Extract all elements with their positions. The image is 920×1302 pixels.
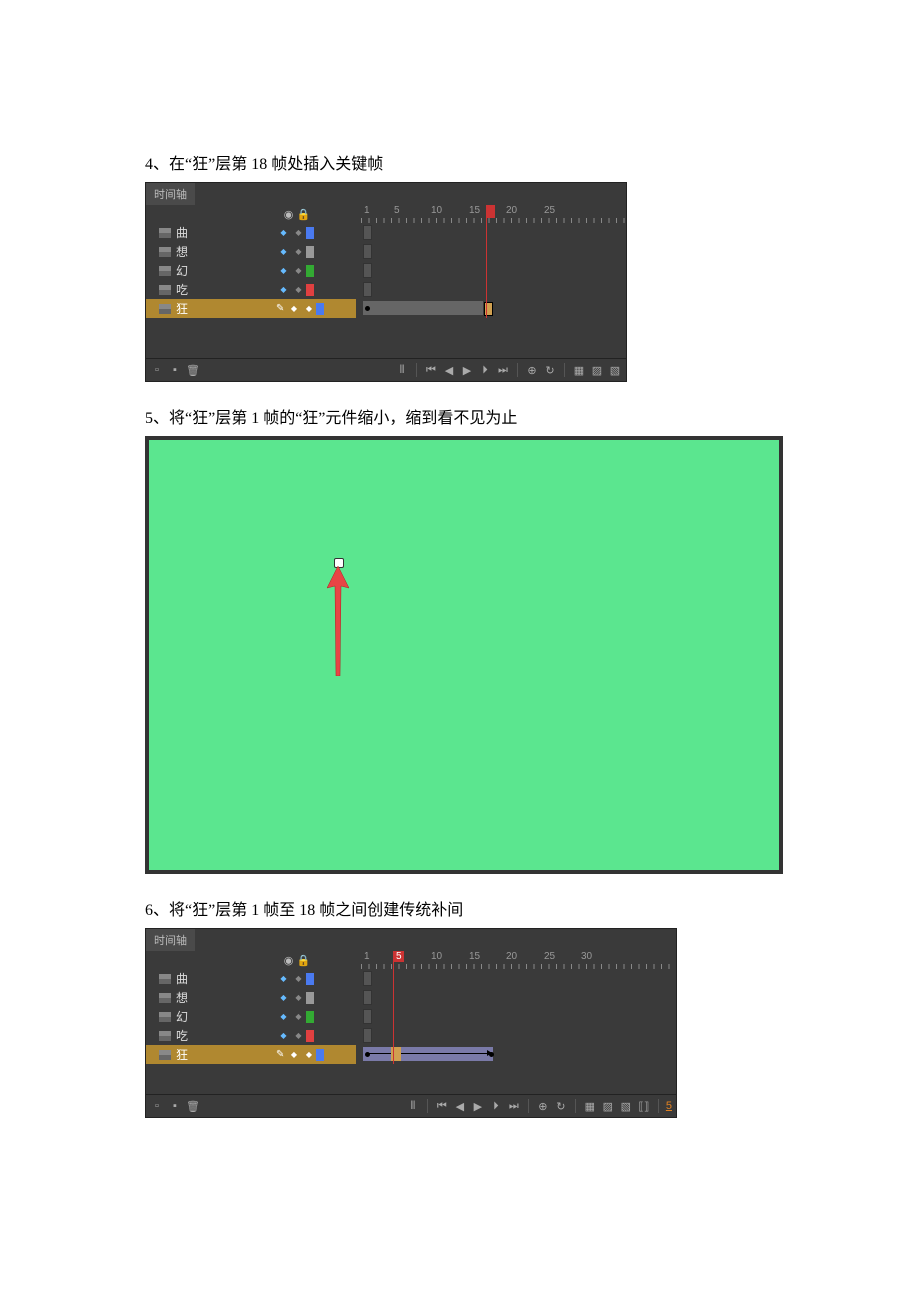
layer-icon — [159, 228, 171, 238]
layer-track[interactable] — [361, 988, 676, 1007]
layer-row-selected[interactable]: 狂✎◆◆ — [146, 299, 356, 318]
timeline-panel-1: 时间轴 ◉ 🔒 曲◆◆ 想◆◆ 幻◆◆ 吃◆◆ 狂✎◆◆ 1 5 10 15 2… — [145, 182, 627, 382]
layer-icon — [159, 993, 171, 1003]
layer-track[interactable] — [361, 1045, 676, 1064]
play-icon[interactable]: ▶ — [471, 1099, 485, 1113]
arrow-up-icon — [327, 566, 349, 676]
frame-ruler[interactable]: 1 5 10 15 20 25 30 — [361, 951, 676, 969]
layer-row[interactable]: 吃◆◆ — [146, 1026, 356, 1045]
layer-row[interactable]: 吃◆◆ — [146, 280, 356, 299]
next-frame-icon[interactable]: ⏵ — [478, 363, 492, 377]
layer-track[interactable] — [361, 280, 626, 299]
keyframe-icon[interactable] — [365, 306, 370, 311]
tween-span[interactable] — [363, 1047, 493, 1061]
onion3-icon[interactable]: ▧ — [608, 363, 622, 377]
lock-icon[interactable]: 🔒 — [296, 954, 311, 967]
pencil-icon: ✎ — [276, 1049, 284, 1060]
layer-track[interactable] — [361, 1007, 676, 1026]
last-frame-icon[interactable]: ⏭ — [496, 363, 510, 377]
onion-icon[interactable]: ▦ — [583, 1099, 597, 1113]
layer-icon — [159, 1012, 171, 1022]
visibility-icon[interactable]: ◉ — [281, 208, 296, 221]
new-layer-icon[interactable]: ▫ — [150, 363, 164, 377]
prev-frame-icon[interactable]: ◀ — [442, 363, 456, 377]
playhead-line — [486, 205, 487, 318]
onion-icon[interactable]: ▦ — [572, 363, 586, 377]
last-frame-icon[interactable]: ⏭ — [507, 1099, 521, 1113]
new-folder-icon[interactable]: ▪ — [168, 1099, 182, 1113]
layer-track[interactable] — [361, 242, 626, 261]
play-icon[interactable]: ▶ — [460, 363, 474, 377]
lock-icon[interactable]: 🔒 — [296, 208, 311, 221]
visibility-icon[interactable]: ◉ — [281, 954, 296, 967]
center-icon[interactable]: ⊕ — [536, 1099, 550, 1113]
step-4-text: 4、在“狂”层第 18 帧处插入关键帧 — [145, 150, 775, 174]
layer-icon — [159, 247, 171, 257]
playhead-marker[interactable] — [487, 205, 495, 218]
delete-icon[interactable]: 🗑 — [186, 363, 200, 377]
playhead-line — [393, 951, 394, 1064]
layer-track[interactable] — [361, 299, 626, 318]
timeline-tab[interactable]: 时间轴 — [146, 929, 195, 951]
layer-icon — [159, 1031, 171, 1041]
frame-ruler[interactable]: 1 5 10 15 20 25 — [361, 205, 626, 223]
layer-row[interactable]: 曲◆◆ — [146, 969, 356, 988]
next-frame-icon[interactable]: ⏵ — [489, 1099, 503, 1113]
stage-canvas[interactable] — [145, 436, 783, 874]
timeline-tab[interactable]: 时间轴 — [146, 183, 195, 205]
layer-track[interactable] — [361, 969, 676, 988]
layer-row[interactable]: 想◆◆ — [146, 242, 356, 261]
new-folder-icon[interactable]: ▪ — [168, 363, 182, 377]
center-icon[interactable]: ⊕ — [525, 363, 539, 377]
layer-icon — [159, 1050, 171, 1060]
onion2-icon[interactable]: ▨ — [590, 363, 604, 377]
marker-icon[interactable]: ⟦⟧ — [637, 1099, 651, 1113]
layer-icon — [159, 266, 171, 276]
delete-icon[interactable]: 🗑 — [186, 1099, 200, 1113]
first-frame-icon[interactable]: ⏮ — [424, 363, 438, 377]
pencil-icon: ✎ — [276, 303, 284, 314]
timeline-toolbar: ▫ ▪ 🗑 ⦀ ⏮ ◀ ▶ ⏵ ⏭ ⊕ ↻ ▦ ▨ ▧ — [146, 358, 626, 381]
prev-frame-icon[interactable]: ◀ — [453, 1099, 467, 1113]
step-5-text: 5、将“狂”层第 1 帧的“狂”元件缩小，缩到看不见为止 — [145, 404, 775, 428]
first-frame-icon[interactable]: ⏮ — [435, 1099, 449, 1113]
loop-icon[interactable]: ↻ — [543, 363, 557, 377]
timeline-toolbar: ▫ ▪ 🗑 ⦀ ⏮ ◀ ▶ ⏵ ⏭ ⊕ ↻ ▦ ▨ ▧ ⟦⟧ 5 — [146, 1094, 676, 1117]
layer-track[interactable] — [361, 261, 626, 280]
layer-row[interactable]: 曲◆◆ — [146, 223, 356, 242]
layer-icon — [159, 304, 171, 314]
layer-track[interactable] — [361, 1026, 676, 1045]
keyframe-icon[interactable] — [365, 1052, 370, 1057]
current-frame-label[interactable]: 5 — [666, 1100, 672, 1112]
layer-row[interactable]: 想◆◆ — [146, 988, 356, 1007]
layer-row[interactable]: 幻◆◆ — [146, 261, 356, 280]
onion2-icon[interactable]: ▨ — [601, 1099, 615, 1113]
loop-icon[interactable]: ↻ — [554, 1099, 568, 1113]
timeline-panel-2: 时间轴 ◉ 🔒 曲◆◆ 想◆◆ 幻◆◆ 吃◆◆ 狂✎◆◆ 1 5 10 15 2… — [145, 928, 677, 1118]
layer-row-selected[interactable]: 狂✎◆◆ — [146, 1045, 356, 1064]
layer-icon — [159, 974, 171, 984]
new-layer-icon[interactable]: ▫ — [150, 1099, 164, 1113]
layer-icon — [159, 285, 171, 295]
arrow-right-icon — [487, 1050, 492, 1056]
step-6-text: 6、将“狂”层第 1 帧至 18 帧之间创建传统补间 — [145, 896, 775, 920]
layer-track[interactable] — [361, 223, 626, 242]
menu-icon[interactable]: ⦀ — [406, 1099, 420, 1113]
menu-icon[interactable]: ⦀ — [395, 363, 409, 377]
layer-row[interactable]: 幻◆◆ — [146, 1007, 356, 1026]
onion3-icon[interactable]: ▧ — [619, 1099, 633, 1113]
